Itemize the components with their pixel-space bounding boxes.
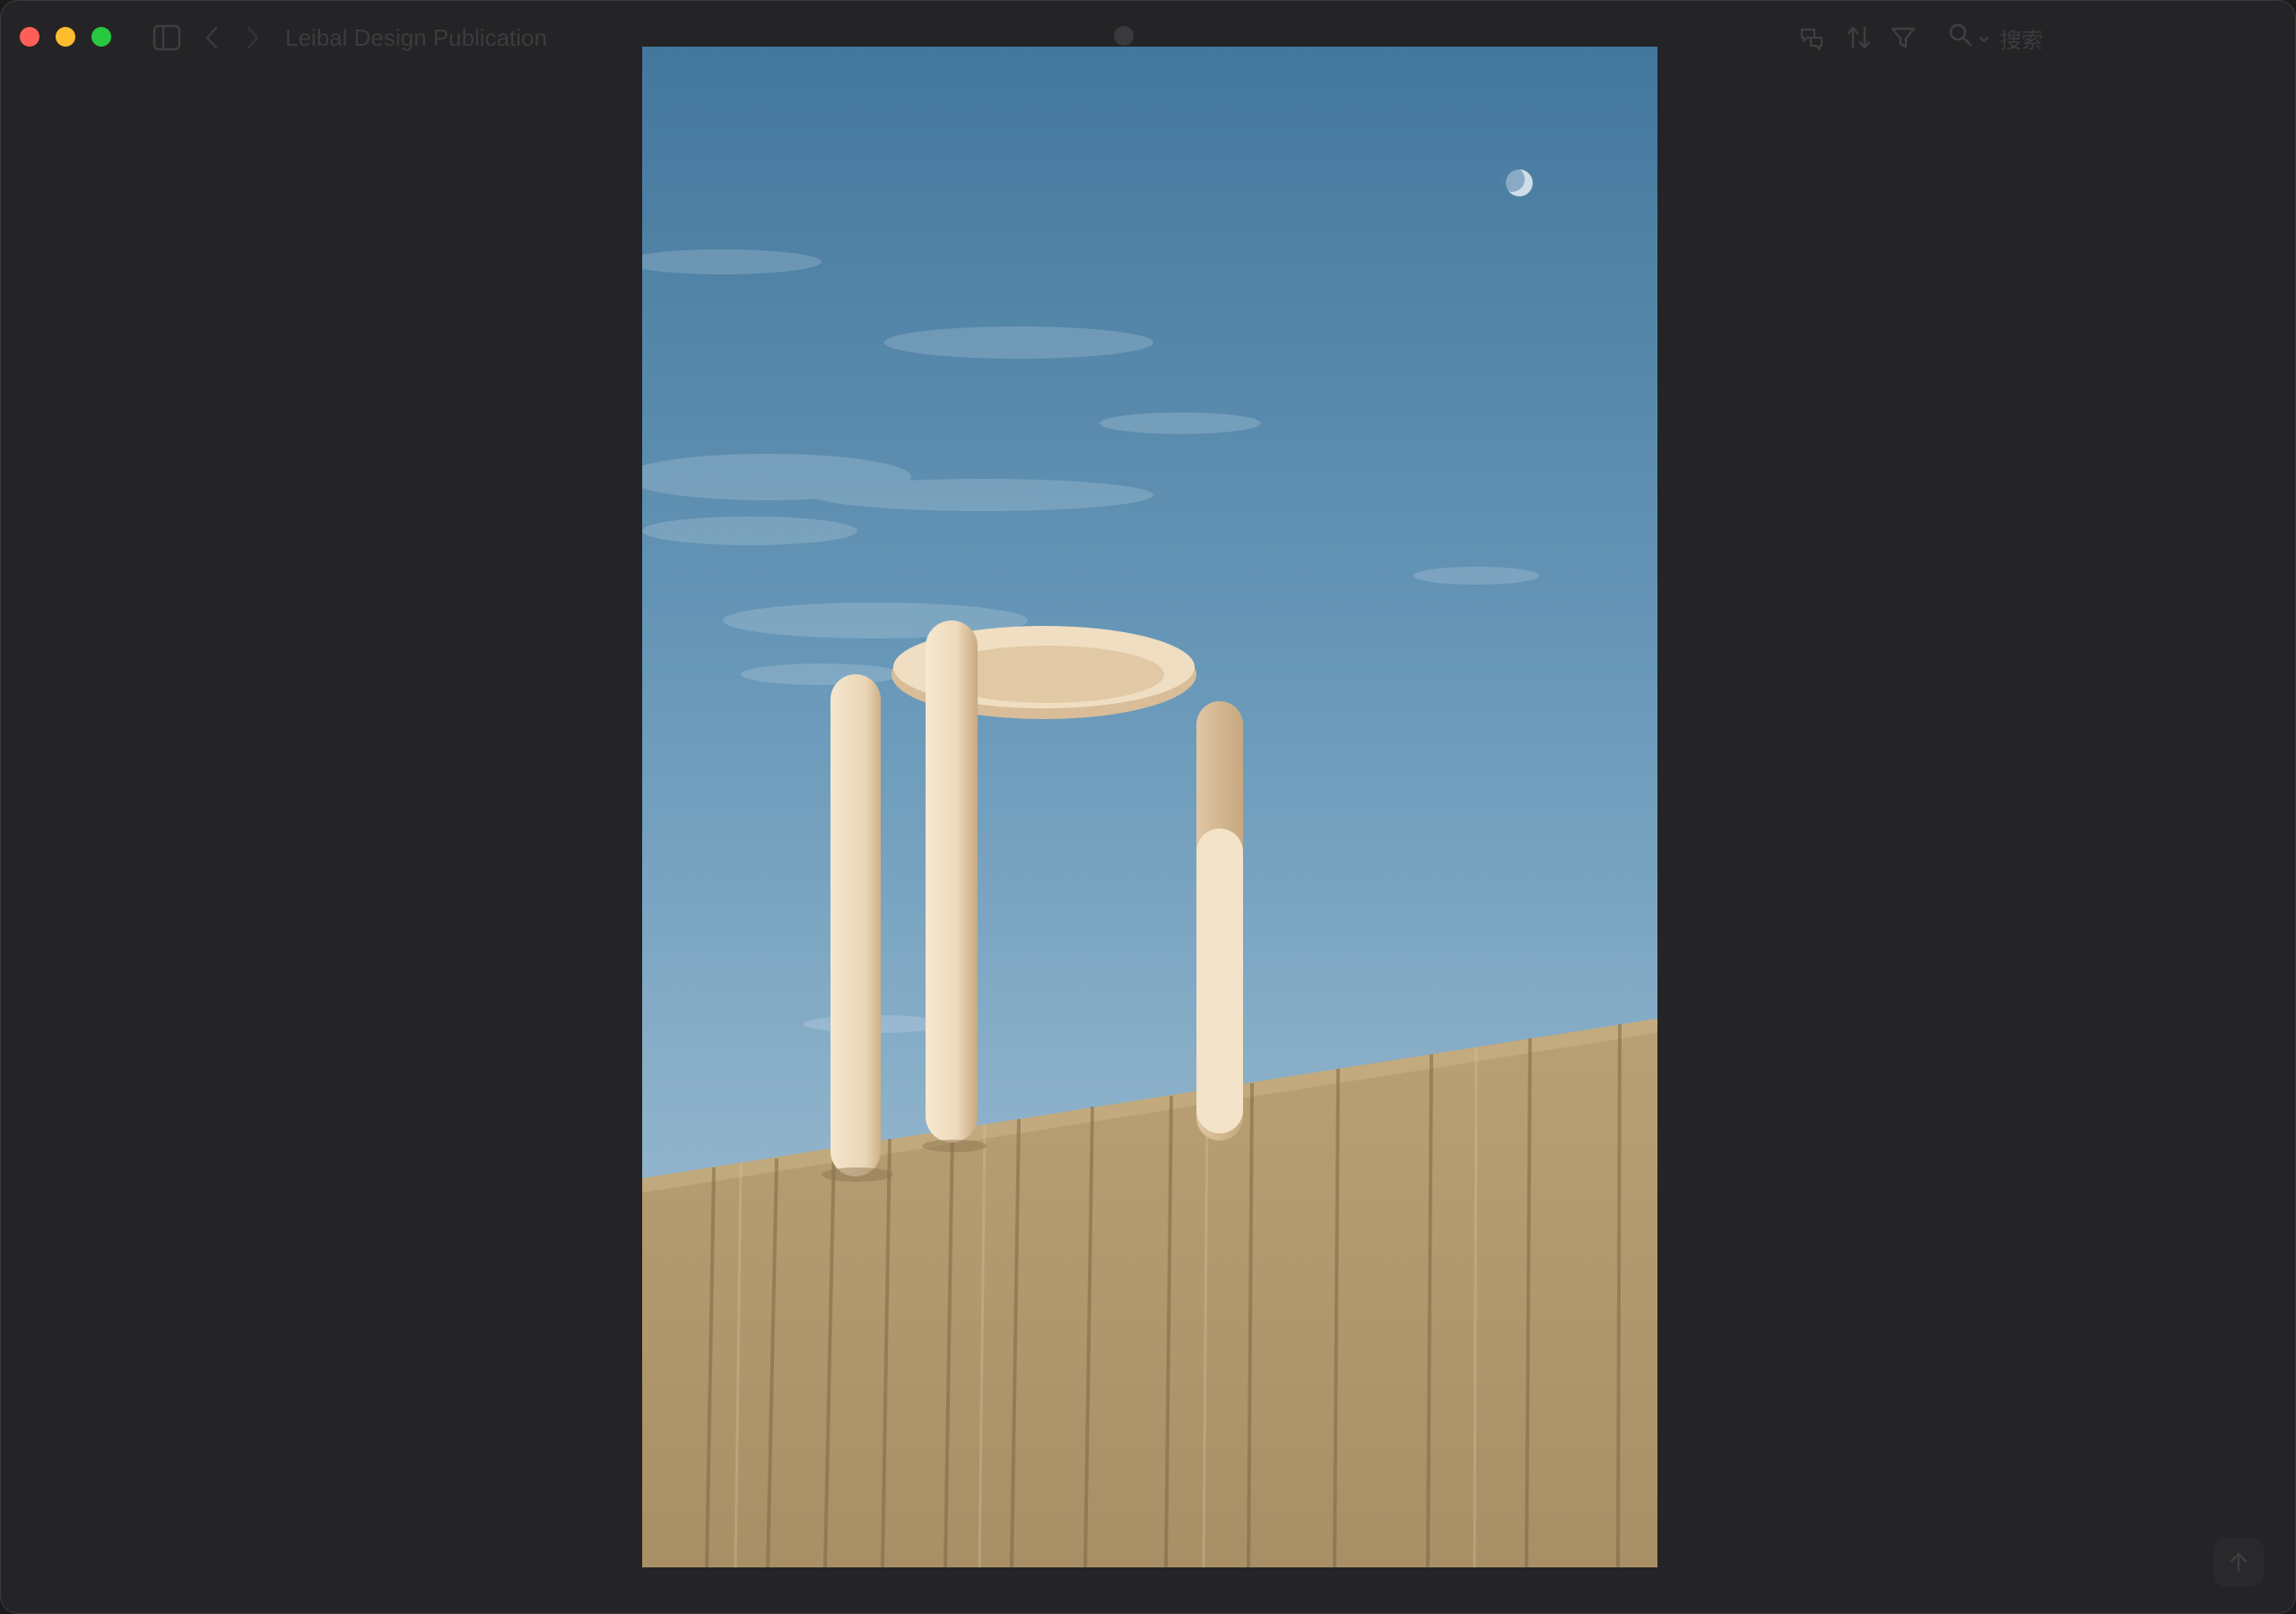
chevron-down-icon [1979,25,1989,50]
sidebar-toggle-icon[interactable] [151,22,183,54]
search-icon [1948,22,1973,54]
photo-image [642,47,1657,1567]
search-placeholder: 搜索 [2000,28,2043,53]
sort-icon[interactable] [1844,20,1874,56]
filter-icon[interactable] [1889,20,1918,56]
viewer-window: Leibal Design Publication 搜索 [0,0,2296,1614]
zoom-window-button[interactable] [91,27,111,47]
arrow-up-icon [2230,1552,2248,1573]
window-title: Leibal Design Publication [285,24,547,51]
back-chevron-icon[interactable] [199,22,224,54]
search-field[interactable]: 搜索 [1948,20,2043,56]
forward-chevron-icon[interactable] [240,22,265,54]
minimize-window-button[interactable] [56,27,75,47]
loading-indicator [1114,26,1134,46]
scroll-to-top-button[interactable] [2213,1537,2264,1587]
translate-icon[interactable] [1797,20,1826,56]
close-window-button[interactable] [20,27,39,47]
